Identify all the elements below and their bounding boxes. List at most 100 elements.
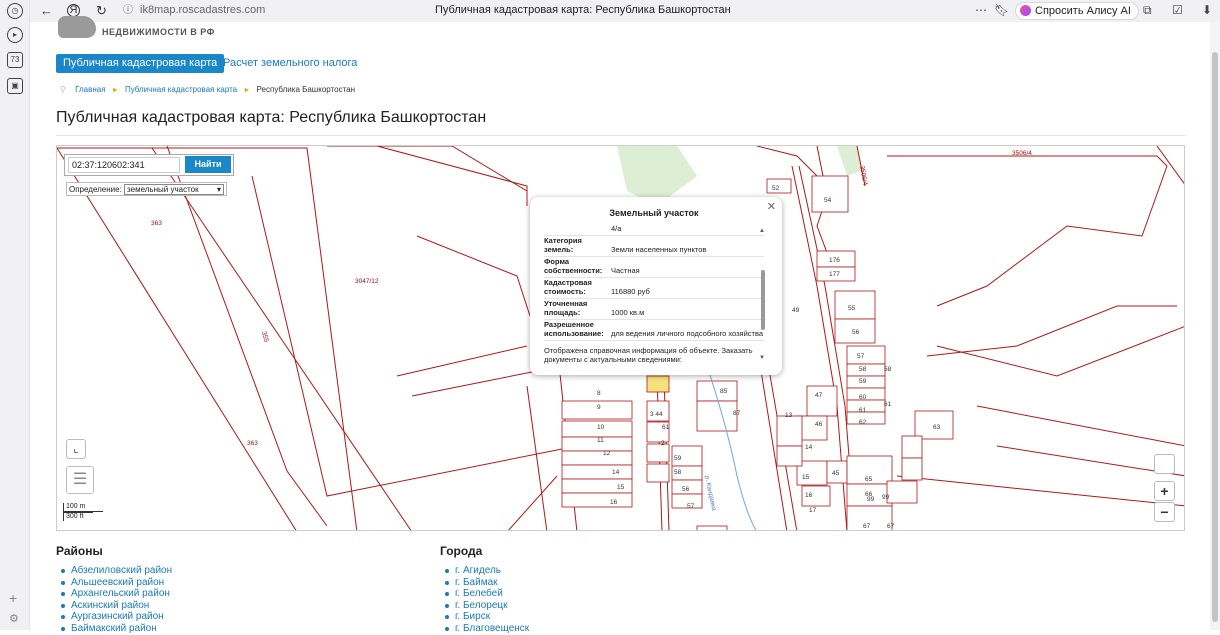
- city-link[interactable]: г. Белебей: [440, 588, 529, 600]
- breadcrumb-map[interactable]: Публичная кадастровая карта: [125, 85, 237, 94]
- parcel-16b: 16: [610, 499, 618, 506]
- fullscreen-icon: ⌞: [73, 443, 79, 455]
- parcel-61c: 61: [662, 424, 670, 431]
- add-icon[interactable]: +: [9, 590, 17, 606]
- parcel-99b: 99: [882, 494, 890, 501]
- more-icon[interactable]: ⋯: [975, 3, 987, 17]
- city-link[interactable]: г. Благовещенск: [440, 623, 529, 635]
- extensions-icon[interactable]: ⬇: [1202, 3, 1212, 17]
- parcel-56: 56: [852, 329, 860, 336]
- map-label-363b: 363: [247, 440, 258, 447]
- alice-button[interactable]: Спросить Алису AI: [1015, 2, 1139, 20]
- parcel-67b: 67: [887, 523, 895, 530]
- popup-key: Разрешенное использование:: [544, 320, 604, 338]
- popup-scrollbar[interactable]: [761, 235, 765, 331]
- breadcrumb-home[interactable]: Главная: [75, 85, 105, 94]
- parcel-12: 12: [603, 450, 611, 457]
- popup-value: 116880 руб: [611, 287, 650, 296]
- popup-key: Категория земель:: [544, 236, 582, 254]
- district-link[interactable]: Абзелиловский район: [56, 565, 172, 577]
- river-label: р. Кандавка: [703, 475, 717, 512]
- popup-row: Разрешенное использование: для ведения л…: [544, 320, 764, 341]
- definition-select[interactable]: земельный участок ▾: [124, 184, 225, 195]
- popup-key: Уточненная площадь:: [544, 299, 588, 317]
- parcel-61b: 61: [884, 401, 892, 408]
- district-link[interactable]: Баймакский район: [56, 623, 172, 635]
- zoom-out-button[interactable]: −: [1154, 502, 1175, 522]
- parcel-49: 49: [792, 307, 800, 314]
- location-pin-icon: ⚲: [60, 85, 66, 94]
- popup-scroll-thumb[interactable]: [761, 270, 765, 330]
- cadastral-map[interactable]: р. Кандавка 363 363 3047/12 355 3506/4 3…: [56, 145, 1185, 531]
- scale-meters: 100 m: [63, 503, 103, 512]
- parcel-14: 14: [805, 444, 813, 451]
- district-link[interactable]: Аскинский район: [56, 600, 172, 612]
- district-link[interactable]: Альшеевский район: [56, 577, 172, 589]
- settings-icon[interactable]: ⚙: [9, 612, 19, 625]
- map-search-box: Найти: [64, 154, 234, 176]
- layers-icon: ☰: [72, 471, 88, 488]
- popup-row: Уточненная площадь: 1000 кв.м: [544, 299, 764, 320]
- districts-column: Районы Абзелиловский район Альшеевский р…: [56, 544, 172, 635]
- cadastral-number-input[interactable]: [68, 157, 180, 173]
- map-label-3506: 3506/4: [1012, 150, 1032, 157]
- popup-row: 4/а: [544, 224, 764, 236]
- map-tool-button[interactable]: [1154, 454, 1175, 474]
- definition-label: Определение:: [69, 185, 122, 194]
- parcel-14b: 14: [612, 469, 620, 476]
- search-button[interactable]: Найти: [185, 156, 231, 173]
- screenshot-icon[interactable]: ▣: [7, 78, 23, 94]
- cities-column: Города г. Агидель г. Баймак г. Белебей г…: [440, 544, 529, 635]
- map-label-road: 3506/4: [858, 165, 868, 186]
- parcel-15b: 15: [617, 484, 625, 491]
- city-link[interactable]: г. Белорецк: [440, 600, 529, 612]
- fullscreen-button[interactable]: ⌞: [66, 439, 86, 459]
- parcel-85: 85: [720, 388, 728, 395]
- parcel-176: 176: [829, 257, 840, 264]
- parcel-17: 17: [809, 507, 817, 514]
- scroll-up-icon[interactable]: ▲: [759, 228, 765, 234]
- zoom-in-button[interactable]: +: [1154, 481, 1175, 501]
- parcel-62: 62: [859, 419, 867, 426]
- tab-title: Публичная кадастровая карта: Республика …: [435, 4, 731, 16]
- collections-icon[interactable]: ⧉: [1143, 3, 1152, 18]
- tab-cadastral-map[interactable]: Публичная кадастровая карта: [56, 54, 225, 73]
- alice-label: Спросить Алису AI: [1035, 5, 1131, 17]
- back-arrow-icon[interactable]: ←: [40, 3, 53, 19]
- parcel-16: 16: [805, 492, 813, 499]
- alice-icon: [1020, 5, 1031, 16]
- popup-row: Форма собственности: Частная: [544, 257, 764, 278]
- popup-note: Отображена справочная информация об объе…: [544, 346, 753, 364]
- site-info-icon[interactable]: ⓘ: [123, 3, 133, 19]
- scroll-down-icon[interactable]: ▼: [759, 355, 765, 361]
- counter-badge[interactable]: 73: [7, 52, 23, 68]
- logo-map-icon: [58, 16, 96, 38]
- page-scrollbar[interactable]: [1210, 22, 1220, 630]
- tab-land-tax[interactable]: Расчет земельного налога: [223, 57, 357, 69]
- logo-text: НЕДВИЖИМОСТИ В РФ: [102, 27, 215, 37]
- parcel-58c: 58: [674, 469, 682, 476]
- parcel-57b: 57: [687, 503, 695, 510]
- district-link[interactable]: Аургазинский район: [56, 611, 172, 623]
- district-link[interactable]: Архангельский район: [56, 588, 172, 600]
- parcel-3-44: 3 44: [650, 411, 663, 418]
- parcel-46: 46: [815, 421, 823, 428]
- divider: [56, 135, 1186, 136]
- city-link[interactable]: г. Агидель: [440, 565, 529, 577]
- url-text[interactable]: ik8map.roscadastres.com: [140, 4, 265, 16]
- reload-icon[interactable]: ↻: [96, 3, 107, 19]
- page-scroll-thumb[interactable]: [1212, 52, 1218, 622]
- scale-feet: 300 ft: [63, 512, 93, 521]
- bookmark-icon[interactable]: 🔖︎: [994, 3, 1009, 17]
- profile-icon[interactable]: ☑: [1172, 3, 1183, 17]
- parcel-15: 15: [802, 474, 810, 481]
- history-icon[interactable]: ◷: [7, 3, 23, 19]
- city-link[interactable]: г. Баймак: [440, 577, 529, 589]
- parcel-info-popup: ✕ Земельный участок 4/а Категория земель…: [530, 197, 782, 375]
- popup-key: Форма собственности:: [544, 257, 603, 275]
- city-link[interactable]: г. Бирск: [440, 611, 529, 623]
- play-icon[interactable]: ▸: [7, 27, 23, 43]
- selected-parcel-highlight[interactable]: [646, 375, 670, 393]
- layers-button[interactable]: ☰: [66, 466, 94, 494]
- popup-value: Частная: [611, 266, 640, 275]
